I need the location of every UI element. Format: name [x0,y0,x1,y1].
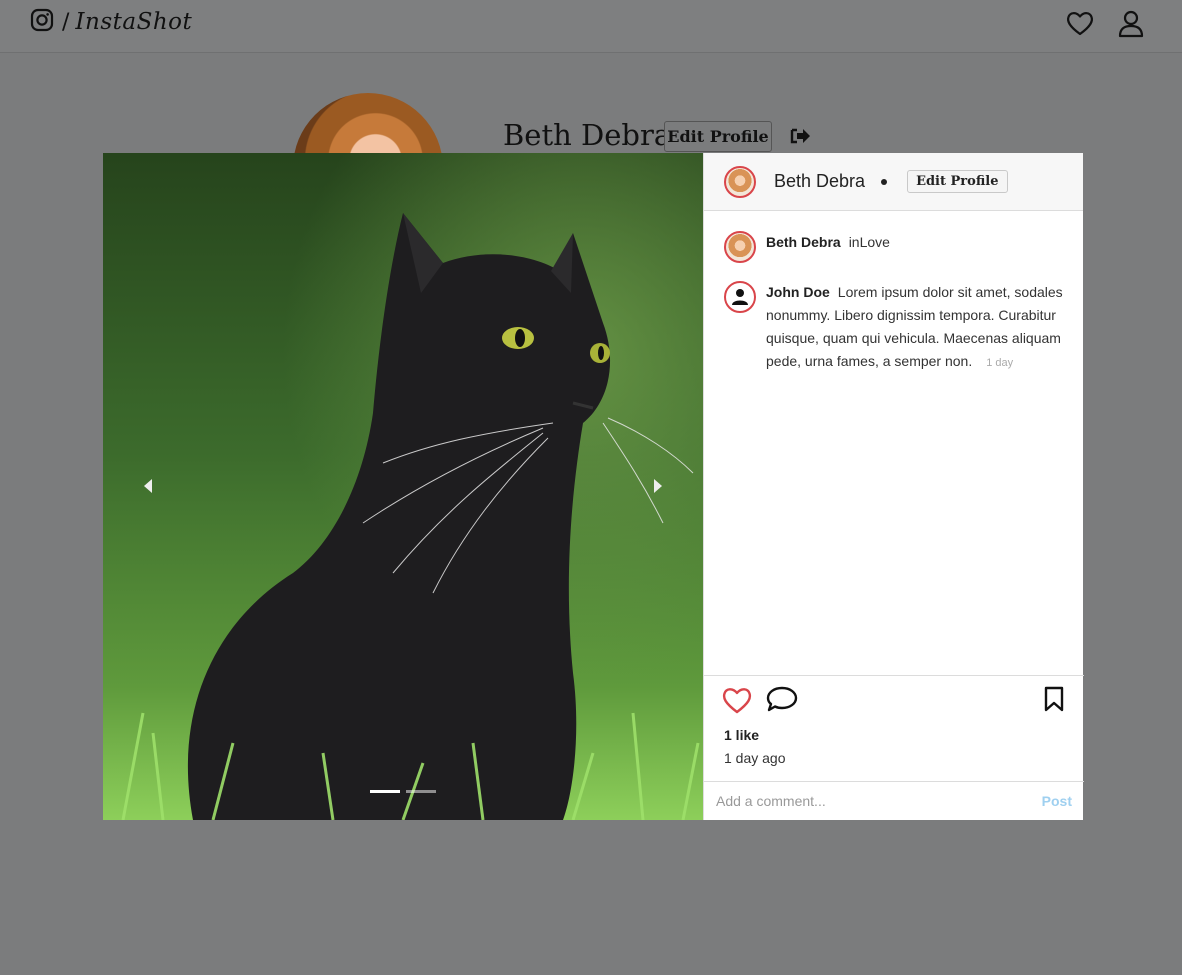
brand-separator: / [62,9,70,35]
like-count[interactable]: 1 like [724,727,759,743]
comment-item: Beth Debra inLove [724,231,1064,263]
comment-item: John Doe Lorem ipsum dolor sit amet, soda… [724,281,1064,375]
avatar[interactable] [724,281,756,313]
chevron-right-icon [654,478,662,493]
like-heart-icon[interactable] [722,686,752,718]
edit-profile-button[interactable]: Edit Profile [664,121,772,152]
sign-out-icon[interactable] [790,126,812,150]
carousel-next-button[interactable] [628,453,688,521]
post-image [103,153,703,820]
add-comment-form: Post [704,781,1084,820]
comment-icon[interactable] [766,685,798,717]
bookmark-icon[interactable] [1042,685,1066,717]
comment-text: inLove [848,234,890,250]
separator-dot [881,178,888,185]
brand[interactable]: / InstaShot [30,8,192,36]
default-avatar-icon [732,289,748,305]
chevron-left-icon [144,478,152,493]
post-header: Beth Debra Edit Profile [704,153,1083,211]
post-timestamp: 1 day ago [724,750,786,766]
carousel-indicators [370,790,436,793]
brand-name: InstaShot [75,9,193,35]
carousel-indicator[interactable] [370,790,400,793]
post-username[interactable]: Beth Debra [774,171,865,192]
avatar[interactable] [724,231,756,263]
post-carousel [103,153,703,820]
post-edit-profile-button[interactable]: Edit Profile [907,170,1008,193]
post-comment-button[interactable]: Post [1042,793,1072,809]
comment-input[interactable] [716,793,1042,809]
comment-list: Beth Debra inLove John Doe Lorem ipsum dol… [724,231,1064,393]
carousel-indicator[interactable] [406,790,436,793]
comment-username[interactable]: John Doe [766,284,830,300]
post-modal: Beth Debra Edit Profile Beth Debra inLove… [103,153,1084,820]
avatar[interactable] [724,165,756,198]
post-actions: 1 like 1 day ago [704,675,1084,781]
post-details-panel: Beth Debra Edit Profile Beth Debra inLove… [703,153,1084,820]
instagram-icon [30,8,54,36]
top-navbar: / InstaShot [0,0,1182,53]
comment-username[interactable]: Beth Debra [766,234,841,250]
user-icon[interactable] [1118,10,1144,42]
carousel-prev-button[interactable] [118,453,178,521]
profile-name: Beth Debra [503,118,672,152]
comment-time: 1 day [986,357,1014,369]
heart-icon[interactable] [1066,10,1094,40]
